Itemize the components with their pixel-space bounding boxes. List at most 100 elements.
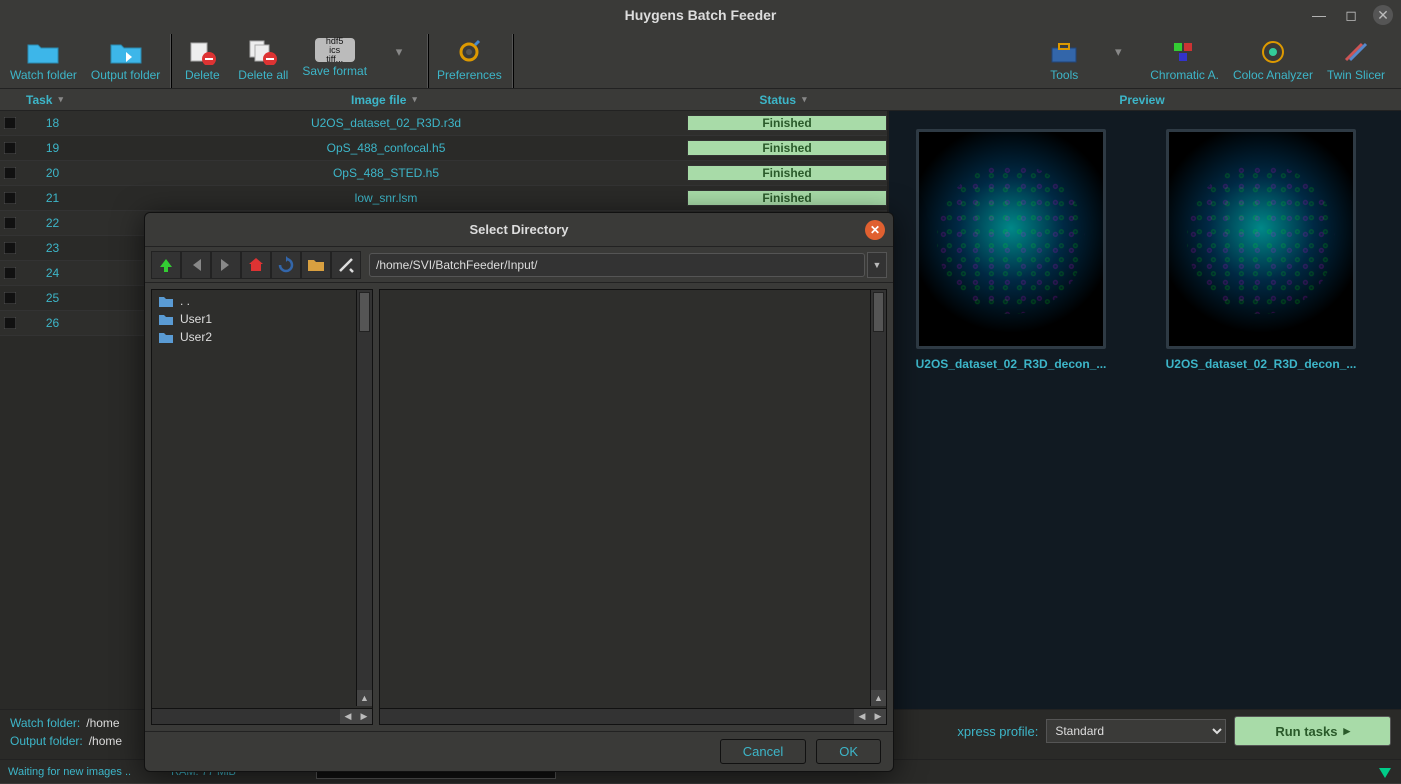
preview-thumbnail[interactable]: U2OS_dataset_02_R3D_decon_... [1151, 129, 1371, 371]
toolbar-label: Chromatic A. [1150, 68, 1219, 82]
tools-dropdown[interactable]: ▾ [1096, 34, 1140, 86]
ok-button[interactable]: OK [816, 739, 881, 764]
table-row[interactable]: 18U2OS_dataset_02_R3D.r3dFinished [0, 111, 887, 136]
sort-icon: ▾ [802, 94, 807, 105]
header-task[interactable]: Task▾ [20, 93, 85, 107]
toolbar-label: Delete all [238, 68, 288, 82]
row-checkbox[interactable] [0, 217, 20, 229]
refresh-button[interactable] [271, 251, 301, 279]
watch-folder-value: /home [86, 716, 119, 730]
task-number: 25 [20, 291, 85, 305]
window-title: Huygens Batch Feeder [625, 7, 777, 23]
toolbar-label: Watch folder [10, 68, 77, 82]
row-checkbox[interactable] [0, 267, 20, 279]
back-button[interactable] [181, 251, 211, 279]
run-tasks-button[interactable]: Run tasks▸ [1234, 716, 1391, 746]
arrow-left-icon [187, 256, 205, 274]
table-row[interactable]: 21low_snr.lsmFinished [0, 186, 887, 211]
task-number: 20 [20, 166, 85, 180]
toolbar-label: Tools [1050, 68, 1078, 82]
watch-folder-button[interactable]: Watch folder [6, 34, 81, 86]
output-folder-label: Output folder: [10, 734, 83, 748]
row-checkbox[interactable] [0, 242, 20, 254]
output-folder-value: /home [89, 734, 122, 748]
path-input[interactable] [369, 253, 865, 277]
scroll-up-icon[interactable]: ▲ [871, 690, 886, 706]
directory-item[interactable]: User1 [156, 310, 368, 328]
main-toolbar: Watch folder Output folder Delete Delete… [0, 30, 1401, 89]
header-preview: Preview [883, 93, 1401, 107]
path-history-dropdown[interactable]: ▼ [867, 252, 887, 278]
profile-select[interactable]: Standard [1046, 719, 1226, 743]
folder-output-icon [108, 38, 144, 66]
thumbnail-image [916, 129, 1106, 349]
directory-item[interactable]: . . [156, 292, 368, 310]
task-number: 21 [20, 191, 85, 205]
row-checkbox[interactable] [0, 317, 20, 329]
task-number: 23 [20, 241, 85, 255]
row-checkbox[interactable] [0, 142, 20, 154]
row-checkbox[interactable] [0, 192, 20, 204]
scrollbar-horizontal[interactable]: ◀▶ [380, 708, 886, 724]
status-badge: Finished [687, 190, 887, 206]
gear-icon [451, 38, 487, 66]
coloc-icon [1255, 38, 1291, 66]
scroll-right-icon[interactable]: ▶ [870, 709, 886, 724]
network-icon [1377, 765, 1393, 779]
cancel-button[interactable]: Cancel [720, 739, 806, 764]
scroll-up-icon[interactable]: ▲ [357, 690, 372, 706]
scrollbar-horizontal[interactable]: ◀▶ [152, 708, 372, 724]
home-icon [247, 256, 265, 274]
tools-button[interactable]: Tools [1038, 34, 1090, 86]
watch-folder-label: Watch folder: [10, 716, 80, 730]
delete-all-button[interactable]: Delete all [234, 34, 292, 86]
dialog-close-button[interactable]: ✕ [865, 220, 885, 240]
sort-icon: ▾ [412, 94, 417, 105]
row-checkbox[interactable] [0, 167, 20, 179]
preview-pane: U2OS_dataset_02_R3D_decon_...U2OS_datase… [887, 111, 1401, 709]
table-row[interactable]: 19OpS_488_confocal.h5Finished [0, 136, 887, 161]
close-button[interactable]: ✕ [1373, 5, 1393, 25]
chromatic-button[interactable]: Chromatic A. [1146, 34, 1223, 86]
directory-label: User2 [180, 330, 212, 344]
minimize-button[interactable]: — [1309, 5, 1329, 25]
chevron-down-icon: ▾ [1100, 38, 1136, 66]
coloc-button[interactable]: Coloc Analyzer [1229, 34, 1317, 86]
status-badge: Finished [687, 115, 887, 131]
delete-button[interactable]: Delete [176, 34, 228, 86]
task-filename: low_snr.lsm [85, 191, 687, 205]
home-button[interactable] [241, 251, 271, 279]
forward-button[interactable] [211, 251, 241, 279]
sort-icon: ▾ [58, 94, 63, 105]
task-filename: U2OS_dataset_02_R3D.r3d [85, 116, 687, 130]
toolbar-label: Save format [302, 64, 367, 78]
folder-icon [158, 330, 174, 344]
preferences-button[interactable]: Preferences [433, 34, 506, 86]
new-folder-button[interactable] [301, 251, 331, 279]
folder-icon [158, 312, 174, 326]
toolbar-label: Twin Slicer [1327, 68, 1385, 82]
save-format-dropdown[interactable]: ▾ [377, 34, 421, 86]
twin-slicer-button[interactable]: Twin Slicer [1323, 34, 1389, 86]
header-status[interactable]: Status▾ [683, 93, 883, 107]
thumbnail-image [1166, 129, 1356, 349]
table-row[interactable]: 20OpS_488_STED.h5Finished [0, 161, 887, 186]
settings-button[interactable] [331, 251, 361, 279]
header-file[interactable]: Image file▾ [85, 93, 683, 107]
maximize-button[interactable]: ◻ [1341, 5, 1361, 25]
preview-thumbnail[interactable]: U2OS_dataset_02_R3D_decon_... [901, 129, 1121, 371]
scroll-right-icon[interactable]: ▶ [356, 709, 372, 724]
row-checkbox[interactable] [0, 117, 20, 129]
save-format-button[interactable]: hdf5icstiff... Save format [298, 34, 371, 86]
refresh-icon [277, 256, 295, 274]
folder-watch-icon [25, 38, 61, 66]
output-folder-button[interactable]: Output folder [87, 34, 164, 86]
row-checkbox[interactable] [0, 292, 20, 304]
scroll-left-icon[interactable]: ◀ [340, 709, 356, 724]
directory-item[interactable]: User2 [156, 328, 368, 346]
scroll-left-icon[interactable]: ◀ [854, 709, 870, 724]
dialog-title: Select Directory ✕ [145, 213, 893, 247]
scrollbar-vertical[interactable]: ▲ [870, 290, 886, 706]
up-button[interactable] [151, 251, 181, 279]
scrollbar-vertical[interactable]: ▲ [356, 290, 372, 706]
